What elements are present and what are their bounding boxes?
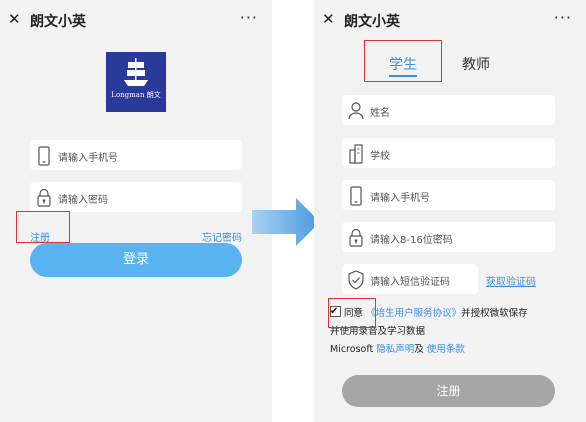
microsoft-label: Microsoft (330, 344, 374, 355)
close-icon[interactable]: ✕ (8, 10, 21, 28)
title-bar: ✕ 朗文小英 ··· (0, 0, 272, 40)
more-icon[interactable]: ··· (240, 8, 258, 27)
password-placeholder: 请输入密码 (58, 195, 108, 206)
longman-logo: Longman 朗文 (106, 52, 166, 112)
forgot-password-link[interactable]: 忘记密码 (202, 229, 242, 244)
name-input[interactable]: 姓名 (342, 95, 555, 125)
password-input[interactable]: 请输入8-16位密码 (342, 222, 555, 252)
password-input[interactable]: 请输入密码 (30, 182, 242, 212)
and-label: 及 (414, 344, 424, 355)
phone-icon (350, 186, 362, 206)
phone-icon (38, 146, 50, 166)
lock-icon (349, 228, 363, 247)
tab-teacher[interactable]: 教师 (462, 54, 490, 74)
lock-icon (37, 188, 51, 207)
building-icon (349, 144, 363, 164)
privacy-link[interactable]: 隐私声明 (376, 344, 414, 355)
agree-mid: 并授权微软保存 (461, 308, 528, 319)
sms-code-placeholder: 请输入短信验证码 (370, 277, 450, 288)
app-title: 朗文小英 (30, 14, 86, 30)
more-icon[interactable]: ··· (554, 8, 572, 27)
logo-text: Longman 朗文 (111, 91, 161, 99)
phone-input[interactable]: 请输入手机号 (342, 180, 555, 210)
terms-link[interactable]: 使用条款 (427, 344, 465, 355)
school-placeholder: 学校 (370, 151, 390, 162)
name-placeholder: 姓名 (370, 108, 390, 119)
title-bar: ✕ 朗文小英 ··· (314, 0, 586, 40)
phone-placeholder: 请输入手机号 (58, 153, 118, 164)
ship-icon (124, 58, 148, 86)
app-title: 朗文小英 (344, 14, 400, 30)
person-icon (348, 102, 364, 120)
get-code-link[interactable]: 获取验证码 (486, 273, 536, 288)
phone-input[interactable]: 请输入手机号 (30, 140, 242, 170)
login-screen: ✕ 朗文小英 ··· Longman 朗文 请输入手机号 请输入密码 注册 忘记… (0, 0, 272, 422)
password-placeholder: 请输入8-16位密码 (370, 235, 453, 246)
login-button[interactable]: 登录 (30, 243, 242, 277)
highlight-box-student-tab (364, 40, 442, 82)
register-button[interactable]: 注册 (342, 375, 555, 407)
highlight-box-agree (328, 298, 376, 328)
highlight-box-register (16, 211, 70, 243)
agreement-link[interactable]: 《培生用户服务协议》 (366, 308, 461, 319)
sms-code-input[interactable]: 请输入短信验证码 (342, 264, 478, 294)
shield-check-icon (348, 270, 364, 290)
phone-placeholder: 请输入手机号 (370, 193, 430, 204)
school-input[interactable]: 学校 (342, 138, 555, 168)
close-icon[interactable]: ✕ (322, 10, 335, 28)
